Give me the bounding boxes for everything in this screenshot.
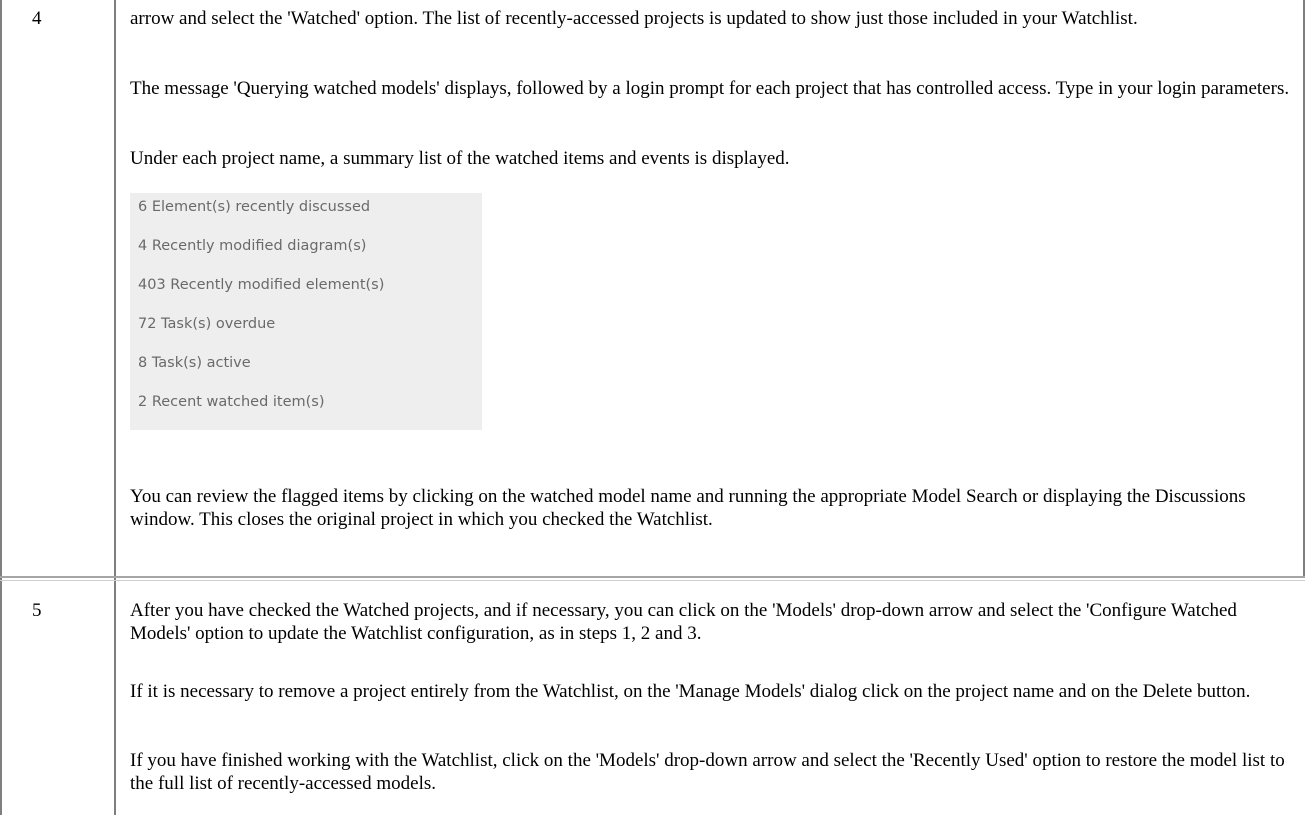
summary-item-tasks-overdue: 72 Task(s) overdue — [138, 316, 276, 332]
step-5-paragraph-3: If you have finished working with the Wa… — [130, 750, 1285, 794]
step-4-closing-paragraph: You can review the flagged items by clic… — [130, 486, 1246, 530]
row-divider — [0, 576, 1305, 578]
step-4-paragraph-1: arrow and select the 'Watched' option. T… — [130, 8, 1138, 29]
step-5-paragraph-2: If it is necessary to remove a project e… — [130, 681, 1251, 702]
row-divider-shadow — [0, 580, 1305, 581]
step-5-paragraph-1: After you have checked the Watched proje… — [130, 600, 1237, 644]
step-4-paragraph-3: Under each project name, a summary list … — [130, 148, 790, 169]
summary-item-tasks-active: 8 Task(s) active — [138, 355, 251, 371]
watchlist-summary-screenshot: 6 Element(s) recently discussed 4 Recent… — [130, 193, 482, 430]
summary-item-modified-elements: 403 Recently modified element(s) — [138, 277, 385, 293]
steps-table: 4 arrow and select the 'Watched' option.… — [0, 0, 1305, 815]
table-left-border — [0, 0, 2, 815]
step-number-4: 4 — [32, 8, 42, 29]
summary-item-discussed: 6 Element(s) recently discussed — [138, 199, 371, 215]
summary-item-watched-items: 2 Recent watched item(s) — [138, 394, 325, 410]
summary-item-modified-diagrams: 4 Recently modified diagram(s) — [138, 238, 367, 254]
step-number-5: 5 — [32, 600, 42, 621]
step-4-paragraph-2: The message 'Querying watched models' di… — [130, 78, 1290, 99]
table-column-divider — [114, 0, 116, 815]
